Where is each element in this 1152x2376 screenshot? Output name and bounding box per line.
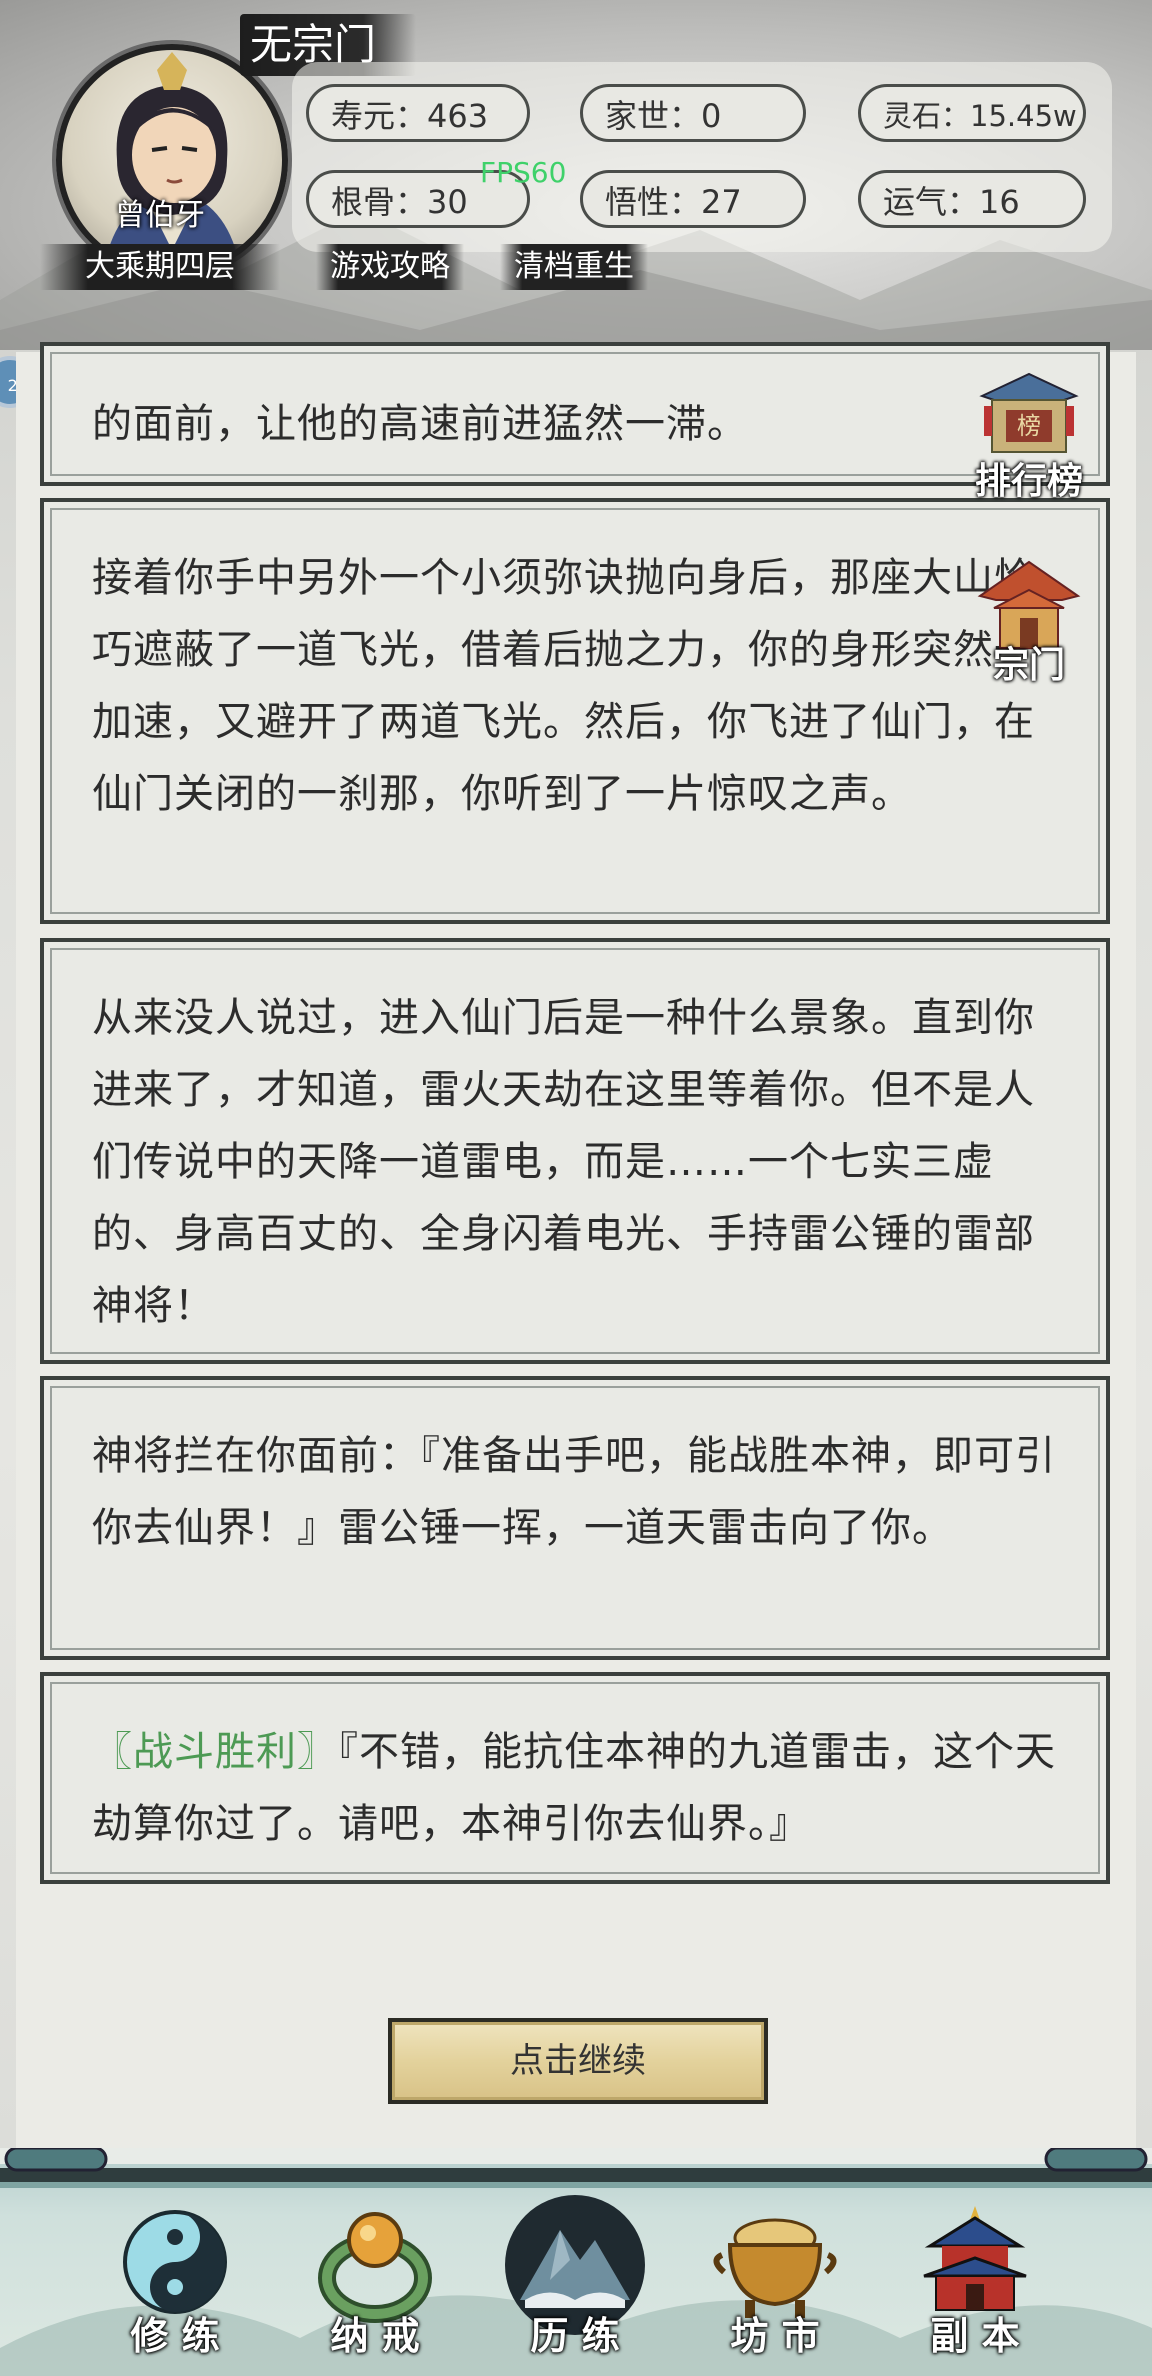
story-card: 接着你手中另外一个小须弥诀抛向身后，那座大山恰巧遮蔽了一道飞光，借着后抛之力，你… (40, 498, 1110, 924)
victory-tag: 〖战斗胜利〗 (92, 1729, 338, 1775)
nav-dungeon-label: 副 本 (930, 2314, 1020, 2358)
story-card: 的面前，让他的高速前进猛然一滞。 (40, 342, 1110, 486)
sect-button[interactable]: 宗门 (974, 556, 1084, 706)
player-avatar[interactable] (56, 44, 288, 276)
nav-storage-ring-label: 纳 戒 (330, 2314, 420, 2358)
continue-button[interactable]: 点击继续 (388, 2018, 768, 2104)
battle-result-card: 〖战斗胜利〗『不错，能抗住本神的九道雷击，这个天劫算你过了。请吧，本神引你去仙界… (40, 1672, 1110, 1884)
stat-spirit-stones[interactable]: 灵石：15.45w (858, 84, 1086, 142)
nav-dungeon[interactable]: 副 本 (900, 2200, 1050, 2370)
leaderboard-label: 排行榜 (974, 461, 1083, 502)
avatar-portrait (103, 52, 241, 270)
leaderboard-button[interactable]: 榜 排行榜 (974, 366, 1084, 516)
fps-counter: FPS60 (480, 156, 567, 189)
stat-lifespan[interactable]: 寿元：463 (306, 84, 530, 142)
nav-storage-ring[interactable]: 纳 戒 (300, 2200, 450, 2370)
stat-luck[interactable]: 运气：16 (858, 170, 1086, 228)
nav-cultivate-label: 修 练 (130, 2314, 220, 2358)
nav-market-label: 坊 市 (730, 2314, 820, 2358)
story-text: 接着你手中另外一个小须弥诀抛向身后，那座大山恰巧遮蔽了一道飞光，借着后抛之力，你… (92, 555, 1035, 817)
story-text: 从来没人说过，进入仙门后是一种什么景象。直到你进来了，才知道，雷火天劫在这里等着… (92, 995, 1035, 1329)
stat-family[interactable]: 家世：0 (580, 84, 806, 142)
story-panel[interactable]: 的面前，让他的高速前进猛然一滞。 接着你手中另外一个小须弥诀抛向身后，那座大山恰… (16, 342, 1136, 2152)
nav-adventure[interactable]: 历 练 (500, 2190, 650, 2370)
player-name: 曾伯牙 (115, 198, 205, 233)
story-card: 神将拦在你面前：『准备出手吧，能战胜本神，即可引你去仙界！』雷公锤一挥，一道天雷… (40, 1376, 1110, 1660)
stat-comprehension[interactable]: 悟性：27 (580, 170, 806, 228)
leaderboard-icon: 榜 (979, 372, 1079, 453)
nav-adventure-label: 历 练 (530, 2314, 620, 2358)
svg-text:榜: 榜 (1017, 412, 1041, 440)
story-card: 从来没人说过，进入仙门后是一种什么景象。直到你进来了，才知道，雷火天劫在这里等着… (40, 938, 1110, 1364)
nav-market[interactable]: 坊 市 (700, 2200, 850, 2370)
game-guide-link[interactable]: 游戏攻略 (316, 244, 464, 290)
reset-save-link[interactable]: 清档重生 (500, 244, 648, 290)
nav-cultivate[interactable]: 修 练 (100, 2200, 250, 2370)
story-text: 神将拦在你面前：『准备出手吧，能战胜本神，即可引你去仙界！』雷公锤一挥，一道天雷… (92, 1433, 1056, 1551)
player-realm: 大乘期四层 (40, 244, 280, 290)
story-text: 的面前，让他的高速前进猛然一滞。 (92, 401, 748, 447)
